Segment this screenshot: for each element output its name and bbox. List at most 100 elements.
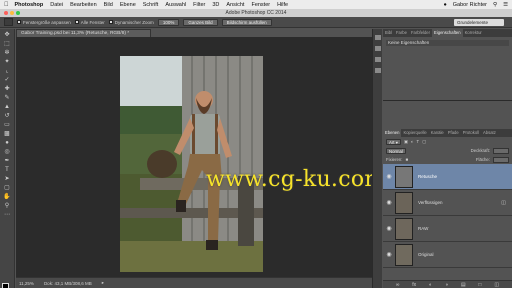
blur-tool-icon[interactable]: ● bbox=[3, 140, 11, 147]
tab-adjustments[interactable]: Korrektur bbox=[463, 29, 484, 37]
wifi-icon[interactable]: ● bbox=[443, 2, 446, 8]
color-dock-icon[interactable] bbox=[374, 46, 381, 51]
mac-menu-bar:  Photoshop Datei Bearbeiten Bild Ebene … bbox=[0, 0, 512, 9]
search-icon[interactable]: ⚲ bbox=[493, 2, 497, 8]
more-tools-icon[interactable]: ⋯ bbox=[3, 212, 11, 219]
fill-field[interactable] bbox=[493, 156, 509, 163]
layer-row-raw[interactable]: ◉ RAW bbox=[383, 216, 512, 242]
mask-icon[interactable]: ◐ bbox=[429, 282, 432, 288]
filter-shape-icon[interactable]: ▢ bbox=[422, 139, 426, 145]
trash-icon[interactable]: ◫ bbox=[494, 282, 499, 288]
document-photo[interactable] bbox=[120, 56, 263, 272]
fit-screen-button[interactable]: Ganzes Bild bbox=[183, 18, 218, 26]
canvas-area[interactable]: www.cg-ku.com bbox=[16, 37, 372, 277]
type-tool-icon[interactable]: T bbox=[3, 167, 11, 174]
history-brush-tool-icon[interactable]: ↺ bbox=[3, 113, 11, 120]
adjustments-dock-icon[interactable] bbox=[374, 57, 381, 62]
menu-hilfe[interactable]: Hilfe bbox=[277, 2, 288, 8]
quick-select-tool-icon[interactable]: ✦ bbox=[3, 59, 11, 66]
apple-icon[interactable]:  bbox=[4, 2, 9, 8]
lasso-tool-icon[interactable]: ✼ bbox=[3, 50, 11, 57]
layer-thumbnail bbox=[395, 165, 413, 188]
menu-bild[interactable]: Bild bbox=[104, 2, 113, 8]
marquee-tool-icon[interactable]: ⬚ bbox=[3, 41, 11, 48]
brush-tool-icon[interactable]: ✎ bbox=[3, 95, 11, 102]
fill-screen-button[interactable]: Bildschirm ausfüllen bbox=[221, 18, 272, 26]
tab-layers[interactable]: Ebenen bbox=[383, 129, 402, 137]
eye-icon[interactable]: ◉ bbox=[383, 225, 395, 232]
zoom-100-button[interactable]: 100% bbox=[157, 18, 180, 26]
filter-adjust-icon[interactable]: ◐ bbox=[411, 139, 414, 144]
filter-pixel-icon[interactable]: ▣ bbox=[404, 139, 408, 145]
workspace-select[interactable]: Grundelemente bbox=[454, 18, 504, 26]
tab-properties[interactable]: Eigenschaften bbox=[432, 29, 463, 37]
crop-tool-icon[interactable]: ⌞ bbox=[3, 68, 11, 75]
gradient-tool-icon[interactable]: ▩ bbox=[3, 131, 11, 138]
menu-auswahl[interactable]: Auswahl bbox=[165, 2, 186, 8]
eraser-tool-icon[interactable]: ▭ bbox=[3, 122, 11, 129]
menu-fenster[interactable]: Fenster bbox=[251, 2, 270, 8]
menu-ebene[interactable]: Ebene bbox=[120, 2, 136, 8]
blend-mode-select[interactable]: Normal bbox=[386, 147, 406, 154]
layer-row-retusche[interactable]: ◉ Retusche bbox=[383, 164, 512, 190]
document-tab[interactable]: Gabor Training.psd bei 11,3% (Retusche, … bbox=[16, 29, 151, 37]
pen-tool-icon[interactable]: ✒ bbox=[3, 158, 11, 165]
layer-name: Original bbox=[418, 252, 434, 257]
move-tool-icon[interactable]: ✥ bbox=[3, 32, 11, 39]
zoom-window-button[interactable] bbox=[16, 11, 20, 15]
folder-icon[interactable]: ▤ bbox=[461, 282, 466, 288]
foreground-color-swatch[interactable] bbox=[2, 283, 9, 288]
layer-kind-filter[interactable]: Art ▾ bbox=[386, 138, 401, 145]
link-icon[interactable]: ∞ bbox=[396, 282, 400, 288]
path-select-tool-icon[interactable]: ➤ bbox=[3, 176, 11, 183]
tab-swatches[interactable]: Farbfelder bbox=[409, 29, 432, 37]
menu-bearbeiten[interactable]: Bearbeiten bbox=[70, 2, 97, 8]
filter-type-icon[interactable]: T bbox=[417, 139, 420, 144]
tab-color[interactable]: Farbe bbox=[394, 29, 409, 37]
tab-paths[interactable]: Pfade bbox=[446, 129, 461, 137]
tab-history[interactable]: Protokoll bbox=[461, 129, 481, 137]
fx-icon[interactable]: fx bbox=[412, 282, 416, 288]
minimize-window-button[interactable] bbox=[10, 11, 14, 15]
adjustment-layer-icon[interactable]: ◑ bbox=[445, 282, 448, 288]
layer-row-verfluessigen[interactable]: ◉ Verflüssigen ◫ bbox=[383, 190, 512, 216]
menu-filter[interactable]: Filter bbox=[193, 2, 205, 8]
tab-clone-source[interactable]: Kopierquelle bbox=[401, 129, 428, 137]
tab-paragraph[interactable]: Absatz bbox=[481, 129, 498, 137]
hand-tool-icon[interactable]: ✋ bbox=[3, 194, 11, 201]
watermark-text: www.cg-ku.com bbox=[206, 167, 372, 192]
eye-icon[interactable]: ◉ bbox=[383, 199, 395, 206]
menu-app-photoshop[interactable]: Photoshop bbox=[15, 2, 44, 8]
zoom-tool-sidebar-icon[interactable]: ⚲ bbox=[3, 203, 11, 210]
lock-icon[interactable]: ■ bbox=[405, 157, 408, 162]
status-bar: 11,25% Dok: 43,1 MB/308,6 MB ▸ bbox=[16, 277, 372, 288]
healing-tool-icon[interactable]: ✚ bbox=[3, 86, 11, 93]
clone-stamp-tool-icon[interactable]: ▲ bbox=[3, 104, 11, 111]
chevron-right-icon[interactable]: ▸ bbox=[102, 280, 104, 286]
all-windows-checkbox[interactable]: Alle Fenster bbox=[74, 20, 105, 25]
opacity-field[interactable] bbox=[493, 147, 509, 154]
dodge-tool-icon[interactable]: ◎ bbox=[3, 149, 11, 156]
user-name[interactable]: Gabor Richter bbox=[453, 2, 487, 8]
list-icon[interactable]: ☰ bbox=[503, 2, 508, 8]
layer-row-original[interactable]: ◉ Original bbox=[383, 242, 512, 268]
window-title: Adobe Photoshop CC 2014 bbox=[225, 10, 287, 16]
menu-ansicht[interactable]: Ansicht bbox=[226, 2, 244, 8]
eye-icon[interactable]: ◉ bbox=[383, 173, 395, 180]
history-dock-icon[interactable] bbox=[374, 68, 381, 73]
menu-3d[interactable]: 3D bbox=[212, 2, 219, 8]
new-layer-icon[interactable]: □ bbox=[478, 282, 481, 288]
scrubby-zoom-checkbox[interactable]: Dynamischer Zoom bbox=[108, 20, 154, 25]
menu-schrift[interactable]: Schrift bbox=[143, 2, 159, 8]
zoom-tool-icon[interactable] bbox=[4, 18, 13, 26]
menu-datei[interactable]: Datei bbox=[50, 2, 63, 8]
eyedropper-tool-icon[interactable]: ✓ bbox=[3, 77, 11, 84]
close-window-button[interactable] bbox=[4, 11, 8, 15]
tab-libraries[interactable]: Bibl bbox=[383, 29, 394, 37]
shape-tool-icon[interactable]: ▢ bbox=[3, 185, 11, 192]
zoom-level[interactable]: 11,25% bbox=[19, 281, 34, 286]
libraries-dock-icon[interactable] bbox=[374, 35, 381, 40]
tab-channels[interactable]: Kanäle bbox=[429, 129, 446, 137]
fit-windows-checkbox[interactable]: Fenstergröße anpassen bbox=[17, 20, 71, 25]
eye-icon[interactable]: ◉ bbox=[383, 251, 395, 258]
